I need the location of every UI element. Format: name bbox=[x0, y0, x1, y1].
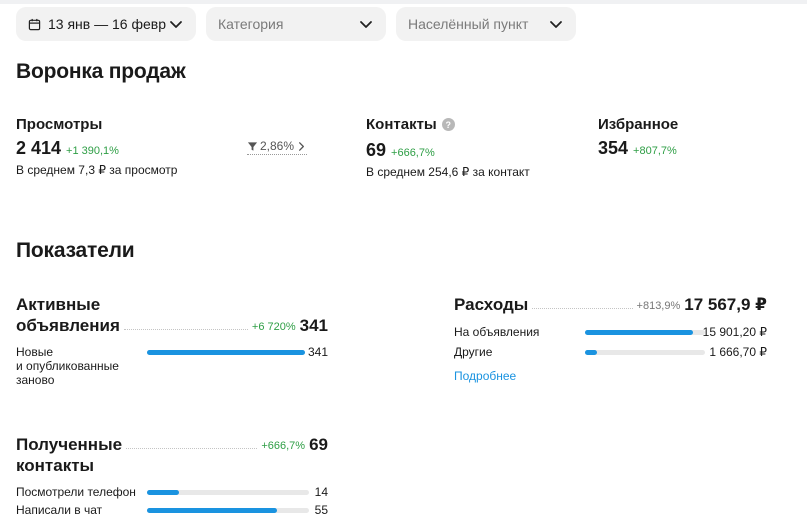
row-value: 1 666,70 ₽ bbox=[709, 345, 767, 359]
favorites-metric: Избранное 354 +807,7% bbox=[598, 116, 678, 159]
row-label: Посмотрели телефон bbox=[16, 485, 136, 499]
dotted-leader bbox=[123, 329, 248, 330]
progress-bar bbox=[585, 330, 705, 335]
expenses-row-ads: На объявления bbox=[454, 325, 539, 339]
views-average: В среднем 7,3 ₽ за просмотр bbox=[16, 163, 178, 177]
row-value: 341 bbox=[307, 345, 328, 359]
views-metric: Просмотры 2 414 +1 390,1% В среднем 7,3 … bbox=[16, 116, 177, 177]
received-contacts-delta: +666,7% bbox=[261, 440, 306, 452]
favorites-value: 354 bbox=[598, 138, 629, 158]
active-ads-value: 341 bbox=[299, 316, 328, 335]
contacts-row-phone: Посмотрели телефон bbox=[16, 485, 136, 499]
location-filter[interactable]: Населённый пункт bbox=[396, 7, 576, 41]
active-ads-delta: +6 720% bbox=[251, 321, 296, 333]
conversion-value: 2,86% bbox=[260, 139, 295, 153]
category-filter[interactable]: Категория bbox=[206, 7, 386, 41]
views-value: 2 414 bbox=[16, 138, 62, 158]
progress-bar bbox=[147, 490, 309, 495]
chevron-down-icon bbox=[360, 21, 372, 28]
row-label: Написали в чат bbox=[16, 503, 103, 517]
more-details-link[interactable]: Подробнее bbox=[454, 369, 516, 383]
top-strip bbox=[0, 0, 807, 4]
conversion-link[interactable]: 2,86% bbox=[247, 139, 308, 155]
dotted-leader bbox=[126, 448, 258, 449]
received-contacts-title: Полученные контакты bbox=[16, 435, 123, 475]
progress-fill bbox=[585, 330, 693, 335]
row-label: Новые и опубликованные заново bbox=[16, 345, 119, 387]
favorites-delta: +807,7% bbox=[633, 145, 677, 157]
progress-bar bbox=[585, 350, 705, 355]
expenses-row-other: Другие bbox=[454, 345, 492, 359]
row-value: 55 bbox=[314, 503, 328, 517]
expenses-title: Расходы bbox=[454, 295, 529, 314]
expenses-delta: +813,9% bbox=[636, 300, 681, 312]
progress-fill bbox=[147, 350, 305, 355]
date-range-label: 13 янв — 16 февр bbox=[48, 16, 166, 32]
progress-bar bbox=[147, 350, 305, 355]
contacts-row-chat: Написали в чат bbox=[16, 503, 102, 517]
filter-funnel-icon bbox=[247, 141, 258, 151]
received-contacts-block: Полученные контакты +666,7% 69 bbox=[16, 434, 328, 476]
funnel-title: Воронка продаж bbox=[16, 60, 186, 83]
contacts-metric: Контакты ? 69 +666,7% В среднем 254,6 ₽ … bbox=[366, 116, 530, 179]
calendar-icon bbox=[28, 18, 41, 30]
row-label: Другие bbox=[454, 345, 493, 359]
dotted-leader bbox=[532, 308, 633, 309]
received-contacts-value: 69 bbox=[309, 435, 328, 454]
progress-bar bbox=[147, 508, 309, 513]
views-delta: +1 390,1% bbox=[66, 145, 119, 157]
progress-fill bbox=[147, 490, 180, 495]
row-value: 14 bbox=[314, 485, 328, 499]
contacts-title: Контакты bbox=[366, 116, 437, 133]
progress-fill bbox=[147, 508, 277, 513]
help-icon[interactable]: ? bbox=[441, 118, 455, 131]
contacts-average: В среднем 254,6 ₽ за контакт bbox=[366, 165, 530, 179]
chevron-down-icon bbox=[550, 21, 562, 28]
progress-fill bbox=[585, 350, 597, 355]
chevron-right-icon bbox=[299, 141, 305, 151]
active-ads-title: Активные объявления bbox=[16, 295, 120, 335]
contacts-delta: +666,7% bbox=[391, 147, 435, 159]
indicators-title: Показатели bbox=[16, 239, 135, 262]
views-title: Просмотры bbox=[16, 116, 103, 133]
expenses-block: Расходы +813,9% 17 567,9 ₽ bbox=[454, 294, 767, 315]
chevron-down-icon bbox=[170, 21, 182, 28]
row-value: 15 901,20 ₽ bbox=[702, 325, 767, 339]
contacts-value: 69 bbox=[366, 140, 387, 160]
row-label: На объявления bbox=[454, 325, 540, 339]
category-placeholder: Категория bbox=[218, 16, 284, 32]
favorites-title: Избранное bbox=[598, 116, 679, 133]
expenses-value: 17 567,9 ₽ bbox=[684, 295, 767, 314]
date-range-filter[interactable]: 13 янв — 16 февр bbox=[16, 7, 196, 41]
active-ads-block: Активные объявления +6 720% 341 bbox=[16, 294, 328, 336]
location-placeholder: Населённый пункт bbox=[408, 16, 529, 32]
active-ads-row-new: Новые и опубликованные заново bbox=[16, 345, 119, 387]
